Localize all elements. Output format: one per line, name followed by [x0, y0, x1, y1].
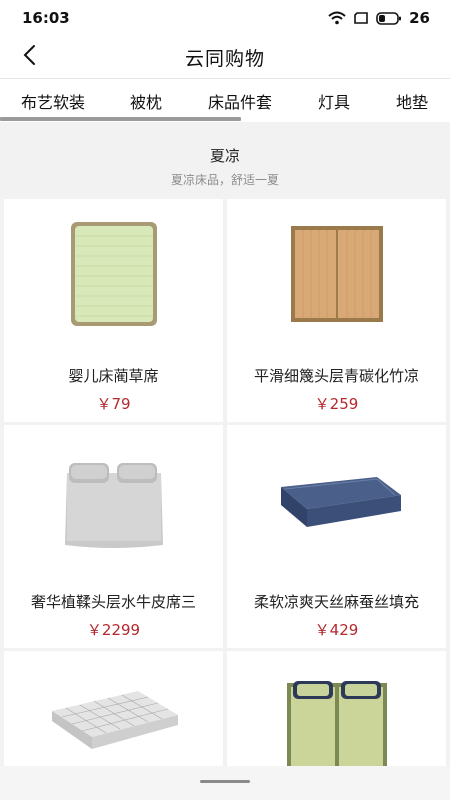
product-image: [4, 199, 223, 349]
category-tabs: 布艺软装 被枕 床品件套 灯具 地垫: [0, 78, 450, 122]
tab-fabric-decor[interactable]: 布艺软装: [21, 89, 85, 113]
product-card[interactable]: 婴儿床蔺草席 ￥79: [4, 199, 223, 422]
product-name: 平滑细篾头层青碳化竹凉: [253, 367, 419, 385]
product-price: ￥2299: [86, 621, 141, 639]
product-image: [227, 425, 446, 575]
status-time: 16:03: [22, 9, 70, 27]
product-name: 婴儿床蔺草席: [68, 367, 159, 385]
product-name: 奢华植鞣头层水牛皮席三: [30, 593, 196, 611]
home-indicator[interactable]: [200, 780, 250, 783]
plaid-quilt-image: [51, 691, 178, 749]
product-image: [4, 425, 223, 575]
tab-floor-mats[interactable]: 地垫: [396, 89, 428, 113]
tab-quilts-pillows[interactable]: 被枕: [130, 89, 162, 113]
sim-card-icon: [353, 12, 369, 24]
product-name: 柔软凉爽天丝麻蚕丝填充: [253, 593, 419, 611]
tab-scroll-indicator: [0, 117, 241, 121]
back-button[interactable]: [14, 42, 44, 72]
double-straw-mat-image: [286, 681, 387, 771]
product-price: ￥429: [314, 621, 359, 639]
section-title: 夏凉: [209, 147, 240, 165]
product-card[interactable]: 平滑细篾头层青碳化竹凉 ￥259: [227, 199, 446, 422]
nav-bar: 云同购物: [0, 36, 450, 78]
product-price: ￥79: [96, 395, 131, 413]
bamboo-mat-image: [290, 226, 383, 322]
product-image: [4, 651, 223, 771]
baby-straw-mat-image: [70, 222, 157, 326]
status-icons: 26: [328, 9, 430, 27]
product-card[interactable]: 柔软凉爽天丝麻蚕丝填充 ￥429: [227, 425, 446, 648]
chevron-left-icon: [22, 44, 36, 70]
product-image: [227, 199, 446, 349]
product-image: [227, 651, 446, 771]
product-card[interactable]: 奢华植鞣头层水牛皮席三 ￥2299: [4, 425, 223, 648]
section-header: 夏凉 夏凉床品，舒适一夏: [0, 122, 450, 198]
battery-icon: [376, 11, 402, 25]
bottom-gesture-area: [0, 766, 450, 800]
status-bar: 16:03 26: [0, 0, 450, 36]
tab-lamps[interactable]: 灯具: [318, 89, 350, 113]
product-card[interactable]: [227, 651, 446, 771]
tab-bedding-sets[interactable]: 床品件套: [208, 89, 272, 113]
buffalo-leather-mat-image: [64, 463, 163, 548]
wifi-icon: [328, 11, 346, 25]
silk-quilt-image: [280, 477, 401, 527]
product-card[interactable]: [4, 651, 223, 771]
battery-level: 26: [409, 9, 430, 27]
app-screen: 16:03 26 云同购物 布艺软装 被枕 床品件套 灯具 地垫 夏凉 夏凉床品…: [0, 0, 450, 800]
product-price: ￥259: [314, 395, 359, 413]
page-title: 云同购物: [184, 47, 265, 70]
section-subtitle: 夏凉床品，舒适一夏: [170, 173, 279, 187]
